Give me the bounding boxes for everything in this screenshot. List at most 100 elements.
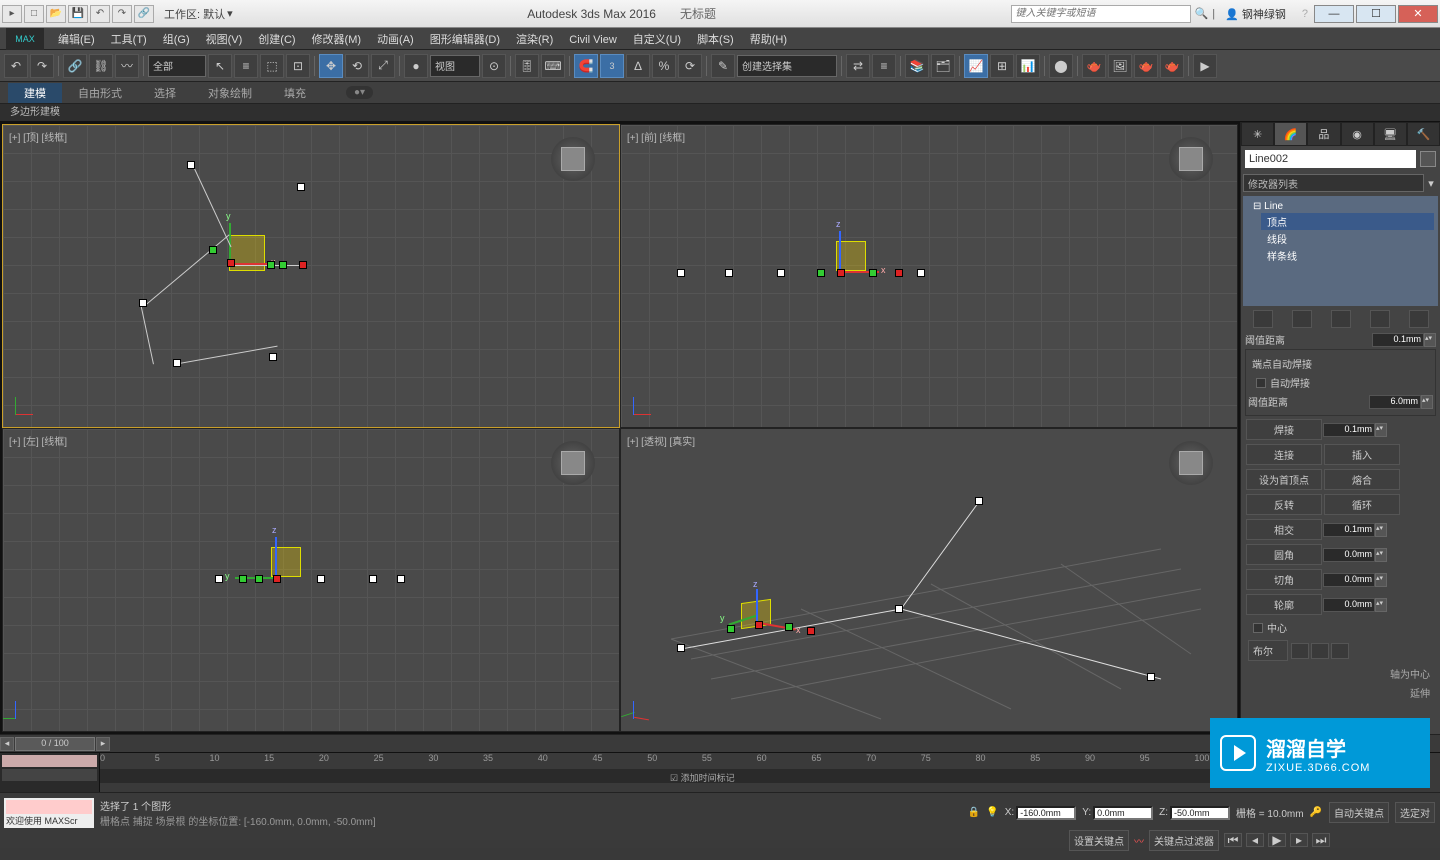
- display-tab[interactable]: 🖥: [1374, 122, 1407, 146]
- app-logo[interactable]: MAX: [6, 28, 44, 50]
- object-name-input[interactable]: Line002: [1245, 150, 1416, 168]
- ref-coord-button[interactable]: ●: [404, 54, 428, 78]
- object-color-swatch[interactable]: [1420, 151, 1436, 167]
- geom-button[interactable]: 循环: [1324, 494, 1400, 515]
- link-icon[interactable]: 🔗: [134, 5, 154, 23]
- select-button[interactable]: ↖: [208, 54, 232, 78]
- bool-subtract-icon[interactable]: [1311, 643, 1329, 659]
- mirror-button[interactable]: ⇄: [846, 54, 870, 78]
- align-button[interactable]: ≡: [872, 54, 896, 78]
- select-region-button[interactable]: ⬚: [260, 54, 284, 78]
- create-tab[interactable]: ✳: [1241, 122, 1274, 146]
- center-checkbox[interactable]: 中心: [1245, 618, 1436, 637]
- show-end-icon[interactable]: [1292, 310, 1312, 328]
- mini-curve-editor[interactable]: [0, 753, 100, 792]
- viewport-front[interactable]: [+] [前] [线框] x z: [620, 124, 1238, 428]
- schematic-button[interactable]: ⊞: [990, 54, 1014, 78]
- menu-item[interactable]: 编辑(E): [50, 32, 103, 48]
- ribbon-toggle[interactable]: ●▾: [346, 86, 373, 99]
- move-button[interactable]: ✥: [319, 54, 343, 78]
- motion-tab[interactable]: ◉: [1341, 122, 1374, 146]
- geom-button[interactable]: 轮廓: [1246, 594, 1322, 615]
- spinner-arrows[interactable]: ▴▾: [1375, 523, 1387, 537]
- key-icon[interactable]: 🔑: [1310, 807, 1322, 818]
- angle-snap-button[interactable]: ∆: [626, 54, 650, 78]
- selection-filter-dropdown[interactable]: 全部: [148, 55, 206, 77]
- timeslider-thumb[interactable]: 0 / 100: [15, 737, 95, 751]
- next-frame-icon[interactable]: ▸: [1290, 833, 1308, 847]
- geom-input[interactable]: 0.0mm: [1323, 598, 1375, 612]
- threshold2-input[interactable]: 6.0mm: [1369, 395, 1421, 409]
- menu-item[interactable]: Civil View: [561, 32, 624, 48]
- minimize-button[interactable]: —: [1314, 5, 1354, 23]
- redo-button[interactable]: ↷: [30, 54, 54, 78]
- scale-button[interactable]: ⤢: [371, 54, 395, 78]
- ribbon-tab[interactable]: 自由形式: [62, 83, 138, 103]
- select-name-button[interactable]: ≡: [234, 54, 258, 78]
- render-prod-button[interactable]: 🫖: [1160, 54, 1184, 78]
- selection-dir-button[interactable]: 选定对: [1395, 802, 1435, 823]
- bool-union-icon[interactable]: [1291, 643, 1309, 659]
- search-icon[interactable]: 🔍: [1191, 7, 1213, 20]
- open-icon[interactable]: 📂: [46, 5, 66, 23]
- menu-item[interactable]: 图形编辑器(D): [422, 32, 508, 48]
- spinner-arrows[interactable]: ▴▾: [1375, 423, 1387, 437]
- modify-tab[interactable]: 🌈: [1274, 122, 1307, 146]
- ribbon-tab[interactable]: 对象绘制: [192, 83, 268, 103]
- keyboard-shortcut-button[interactable]: ⌨: [541, 54, 565, 78]
- key-filter-icon[interactable]: 〰: [1134, 833, 1144, 848]
- bind-button[interactable]: 〰: [115, 54, 139, 78]
- snap-toggle-button[interactable]: 🧲: [574, 54, 598, 78]
- prev-frame-icon[interactable]: ◂: [1246, 833, 1264, 847]
- menu-item[interactable]: 自定义(U): [625, 32, 689, 48]
- hierarchy-tab[interactable]: 品: [1307, 122, 1340, 146]
- geom-input[interactable]: 0.1mm: [1323, 423, 1375, 437]
- viewcube-icon[interactable]: [551, 441, 595, 485]
- bool-intersect-icon[interactable]: [1331, 643, 1349, 659]
- curve-editor-button[interactable]: 📈: [964, 54, 988, 78]
- close-button[interactable]: ✕: [1398, 5, 1438, 23]
- undo-button[interactable]: ↶: [4, 54, 28, 78]
- material-editor-button[interactable]: ⬤: [1049, 54, 1073, 78]
- geom-button[interactable]: 焊接: [1246, 419, 1322, 440]
- menu-item[interactable]: 渲染(R): [508, 32, 561, 48]
- key-filter-button[interactable]: 关键点过滤器: [1149, 830, 1219, 851]
- render-setup-button[interactable]: 🫖: [1082, 54, 1106, 78]
- tree-item-spline[interactable]: 样条线: [1261, 247, 1434, 264]
- dope-sheet-button[interactable]: 📊: [1016, 54, 1040, 78]
- geom-button[interactable]: 插入: [1324, 444, 1400, 465]
- goto-start-icon[interactable]: ⏮: [1224, 833, 1242, 847]
- layers-button[interactable]: 📚: [905, 54, 929, 78]
- spinner-arrows[interactable]: ▴▾: [1375, 548, 1387, 562]
- spinner-arrows[interactable]: ▴▾: [1424, 333, 1436, 347]
- modifier-list-dropdown[interactable]: 修改器列表: [1243, 174, 1424, 192]
- coord-y-input[interactable]: [1093, 806, 1153, 820]
- window-crossing-button[interactable]: ⊡: [286, 54, 310, 78]
- timeslider-right[interactable]: ▸: [96, 737, 110, 751]
- time-ruler[interactable]: 0510152025303540455055606570758085909510…: [100, 753, 1240, 792]
- welcome-panel[interactable]: 欢迎使用 MAXScr: [4, 798, 94, 828]
- edit-named-sel-button[interactable]: ✎: [711, 54, 735, 78]
- menu-item[interactable]: 脚本(S): [689, 32, 742, 48]
- new-icon[interactable]: □: [24, 5, 44, 23]
- unlink-button[interactable]: ⛓: [89, 54, 113, 78]
- geom-button[interactable]: 反转: [1246, 494, 1322, 515]
- percent-snap-button[interactable]: %: [652, 54, 676, 78]
- boolean-button[interactable]: 布尔: [1248, 640, 1288, 661]
- tree-item-segment[interactable]: 线段: [1261, 230, 1434, 247]
- make-unique-icon[interactable]: [1331, 310, 1351, 328]
- ribbon-tab[interactable]: 选择: [138, 83, 192, 103]
- viewport-perspective[interactable]: [+] [透视] [真实]: [620, 428, 1238, 732]
- ribbon-tab[interactable]: 填充: [268, 83, 322, 103]
- goto-end-icon[interactable]: ⏭: [1312, 833, 1330, 847]
- geom-button[interactable]: 圆角: [1246, 544, 1322, 565]
- use-center-button[interactable]: ⊙: [482, 54, 506, 78]
- ribbon-sub[interactable]: 多边形建模: [0, 104, 1440, 122]
- link-button[interactable]: 🔗: [63, 54, 87, 78]
- coord-x-input[interactable]: [1016, 806, 1076, 820]
- search-input[interactable]: [1011, 5, 1191, 23]
- geom-input[interactable]: 0.0mm: [1323, 548, 1375, 562]
- configure-icon[interactable]: [1409, 310, 1429, 328]
- timeslider-left[interactable]: ◂: [0, 737, 14, 751]
- rotate-button[interactable]: ⟲: [345, 54, 369, 78]
